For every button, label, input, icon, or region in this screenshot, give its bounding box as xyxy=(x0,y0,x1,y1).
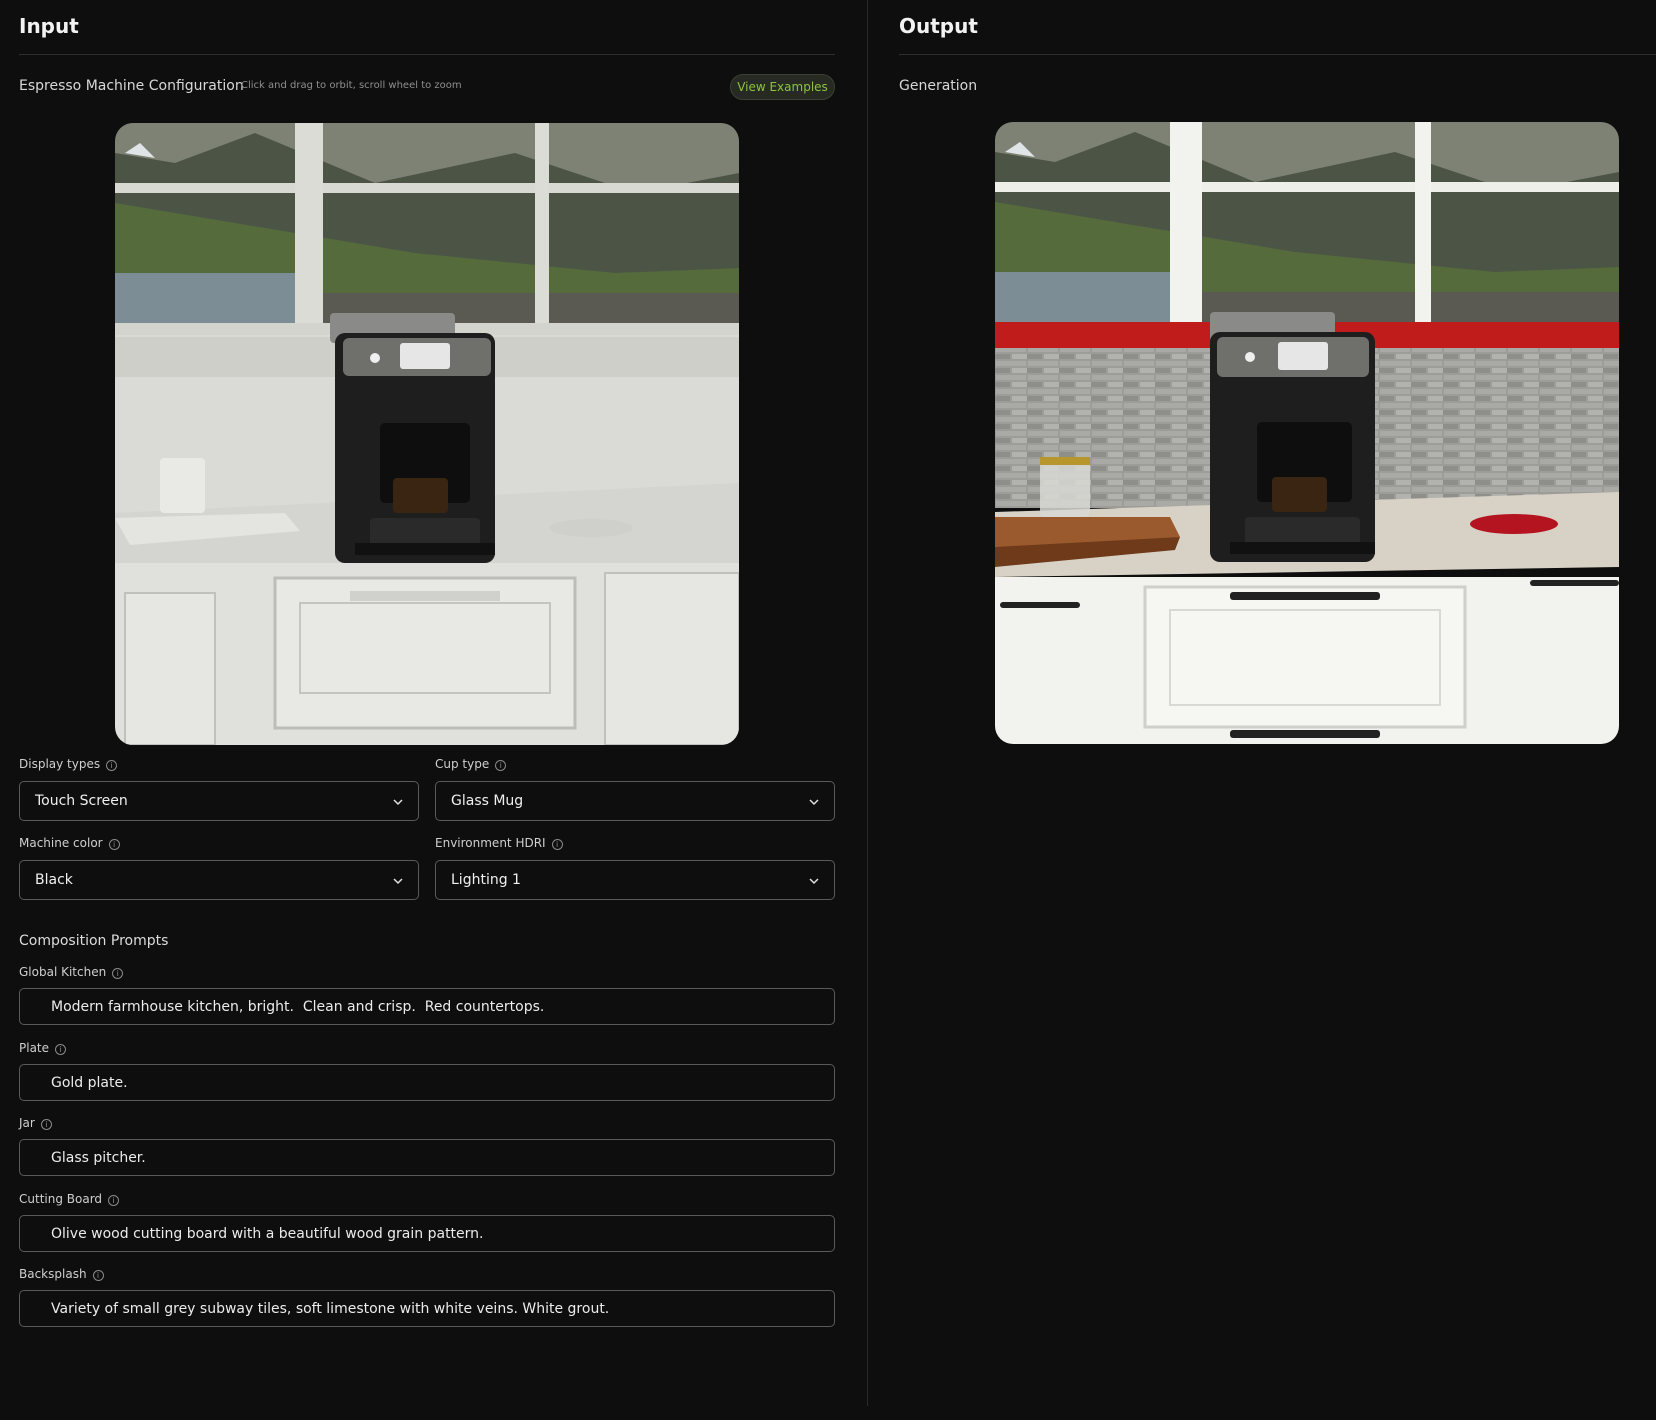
info-icon[interactable]: i xyxy=(106,760,118,771)
display-types-label: Display types i xyxy=(19,757,118,771)
generated-image xyxy=(995,122,1619,744)
cup-type-label: Cup type i xyxy=(435,757,507,771)
display-types-value: Touch Screen xyxy=(35,793,128,809)
info-icon[interactable]: i xyxy=(55,1044,67,1055)
plate-input[interactable] xyxy=(19,1064,835,1101)
jar-input[interactable] xyxy=(19,1139,835,1176)
cup-type-value: Glass Mug xyxy=(451,793,524,809)
cup-type-select[interactable]: Glass Mug xyxy=(435,781,835,821)
output-panel: Output Generation xyxy=(868,0,1656,1420)
global-kitchen-label: Global Kitchen i xyxy=(19,965,124,979)
chevron-down-icon xyxy=(809,799,819,806)
machine-color-select[interactable]: Black xyxy=(19,860,419,900)
composition-prompts-title: Composition Prompts xyxy=(19,933,169,949)
input-panel-title: Input xyxy=(19,14,79,38)
global-kitchen-input[interactable] xyxy=(19,988,835,1025)
machine-color-label: Machine color i xyxy=(19,836,120,850)
input-render-image xyxy=(115,123,739,745)
input-title-divider xyxy=(19,54,835,55)
config-hint: Click and drag to orbit, scroll wheel to… xyxy=(241,80,462,91)
plate-label: Plate i xyxy=(19,1041,67,1055)
backsplash-input[interactable] xyxy=(19,1290,835,1327)
output-title-divider xyxy=(899,54,1656,55)
environment-hdri-select[interactable]: Lighting 1 xyxy=(435,860,835,900)
machine-color-value: Black xyxy=(35,872,73,888)
3d-viewport[interactable] xyxy=(115,123,739,745)
output-panel-title: Output xyxy=(899,14,978,38)
info-icon[interactable]: i xyxy=(551,839,563,850)
display-types-select[interactable]: Touch Screen xyxy=(19,781,419,821)
info-icon[interactable]: i xyxy=(112,968,124,979)
environment-hdri-label: Environment HDRI i xyxy=(435,836,563,850)
jar-label: Jar i xyxy=(19,1116,52,1130)
view-examples-button[interactable]: View Examples xyxy=(730,74,835,100)
info-icon[interactable]: i xyxy=(108,839,120,850)
output-render-image xyxy=(995,122,1619,744)
environment-hdri-value: Lighting 1 xyxy=(451,872,521,888)
input-panel: Input Espresso Machine Configuration Cli… xyxy=(0,0,867,1420)
info-icon[interactable]: i xyxy=(108,1195,120,1206)
cutting-board-input[interactable] xyxy=(19,1215,835,1252)
config-title: Espresso Machine Configuration xyxy=(19,78,244,94)
info-icon[interactable]: i xyxy=(495,760,507,771)
chevron-down-icon xyxy=(393,878,403,885)
info-icon[interactable]: i xyxy=(92,1270,104,1281)
info-icon[interactable]: i xyxy=(40,1119,52,1130)
chevron-down-icon xyxy=(809,878,819,885)
generation-label: Generation xyxy=(899,78,978,94)
cutting-board-label: Cutting Board i xyxy=(19,1192,120,1206)
backsplash-label: Backsplash i xyxy=(19,1267,104,1281)
chevron-down-icon xyxy=(393,799,403,806)
